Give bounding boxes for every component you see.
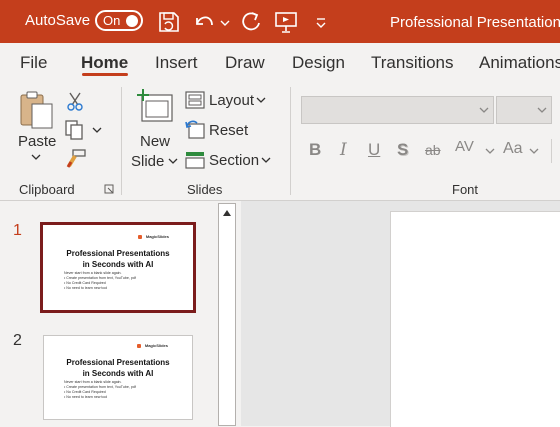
tab-design[interactable]: Design <box>292 53 345 73</box>
character-spacing-button[interactable]: AV <box>455 138 474 155</box>
new-slide-icon[interactable] <box>136 89 174 125</box>
thumbnail-scrollbar[interactable] <box>218 203 236 426</box>
slides-group-label: Slides <box>187 182 223 197</box>
slide-title-line2: in Seconds with AI <box>82 260 154 269</box>
font-size-dropdown-icon[interactable] <box>537 106 547 114</box>
paste-label[interactable]: Paste <box>18 133 56 150</box>
strikethrough-button[interactable]: ab <box>425 142 441 158</box>
tab-home[interactable]: Home <box>81 53 128 73</box>
scroll-up-icon[interactable] <box>222 209 232 217</box>
paste-icon[interactable] <box>18 90 56 130</box>
reset-label[interactable]: Reset <box>209 122 248 139</box>
logo-mark <box>137 344 141 348</box>
bold-button[interactable]: B <box>309 140 321 160</box>
active-tab-indicator <box>82 73 128 76</box>
character-spacing-dropdown-icon[interactable] <box>485 147 495 155</box>
current-slide[interactable] <box>390 211 560 427</box>
customize-qat-icon[interactable] <box>313 9 329 35</box>
new-slide-label-line1[interactable]: New <box>140 133 170 150</box>
italic-button[interactable]: I <box>340 140 347 160</box>
ribbon: Paste Clipboard New Slide Layout Reset S… <box>0 81 560 200</box>
font-separator <box>551 139 552 163</box>
section-dropdown-icon[interactable] <box>261 156 271 164</box>
layout-label[interactable]: Layout <box>209 92 254 109</box>
slide-logo: MagicSlides <box>144 343 168 348</box>
tab-insert[interactable]: Insert <box>155 53 198 73</box>
slide-number: 1 <box>13 222 22 239</box>
change-case-button[interactable]: Aa <box>503 140 523 158</box>
change-case-dropdown-icon[interactable] <box>529 147 539 155</box>
document-title: Professional Presentations <box>390 14 560 31</box>
autosave-toggle[interactable]: On <box>95 10 143 31</box>
reset-icon[interactable] <box>185 120 205 140</box>
layout-dropdown-icon[interactable] <box>256 96 266 104</box>
group-separator <box>121 87 122 195</box>
font-name-combo[interactable] <box>301 96 494 124</box>
section-icon[interactable] <box>185 150 205 170</box>
dialog-launcher-icon[interactable] <box>104 184 114 194</box>
slide-title-line1: Professional Presentations <box>66 249 170 258</box>
copy-dropdown-icon[interactable] <box>91 126 103 134</box>
slide-thumbnail-selected[interactable]: MagicSlides Professional Presentations i… <box>40 222 196 313</box>
slide-title-line1: Professional Presentations <box>66 358 170 367</box>
font-name-dropdown-icon[interactable] <box>479 106 489 114</box>
slide-logo: MagicSlides <box>145 234 169 239</box>
save-icon[interactable] <box>157 9 181 35</box>
clipboard-group-label: Clipboard <box>19 182 75 197</box>
toggle-knob <box>126 15 138 27</box>
tab-file[interactable]: File <box>20 53 47 73</box>
shadow-button[interactable]: S <box>397 140 408 160</box>
underline-button[interactable]: U <box>368 140 380 160</box>
slide-bullet: • No need to learn new tool <box>64 286 108 290</box>
slide-title-line2: in Seconds with AI <box>82 369 154 378</box>
logo-mark <box>138 235 142 239</box>
layout-icon[interactable] <box>185 91 205 109</box>
format-painter-icon[interactable] <box>65 148 87 170</box>
tab-draw[interactable]: Draw <box>225 53 265 73</box>
undo-icon[interactable] <box>192 9 216 35</box>
new-slide-label-line2[interactable]: Slide <box>131 153 164 170</box>
slide-thumbnail[interactable]: MagicSlides Professional Presentations i… <box>43 335 193 420</box>
redo-icon[interactable] <box>239 9 263 35</box>
slide-bullet: • No need to learn new tool <box>64 395 108 399</box>
font-size-combo[interactable] <box>496 96 552 124</box>
autosave-state: On <box>103 13 121 28</box>
font-group-label: Font <box>452 182 479 197</box>
autosave-label: AutoSave <box>25 12 91 29</box>
new-slide-dropdown-icon[interactable] <box>168 157 178 165</box>
undo-dropdown-icon[interactable] <box>219 9 231 35</box>
tab-transitions[interactable]: Transitions <box>371 53 454 73</box>
paste-dropdown-icon[interactable] <box>30 153 42 161</box>
section-label[interactable]: Section <box>209 152 259 169</box>
group-separator <box>290 87 291 195</box>
copy-icon[interactable] <box>64 119 86 141</box>
present-icon[interactable] <box>273 9 299 35</box>
title-bar: AutoSave On Professional Presentations <box>0 0 560 43</box>
slide-number: 2 <box>13 332 22 349</box>
tab-animations[interactable]: Animations <box>479 53 560 73</box>
cut-icon[interactable] <box>66 91 84 111</box>
